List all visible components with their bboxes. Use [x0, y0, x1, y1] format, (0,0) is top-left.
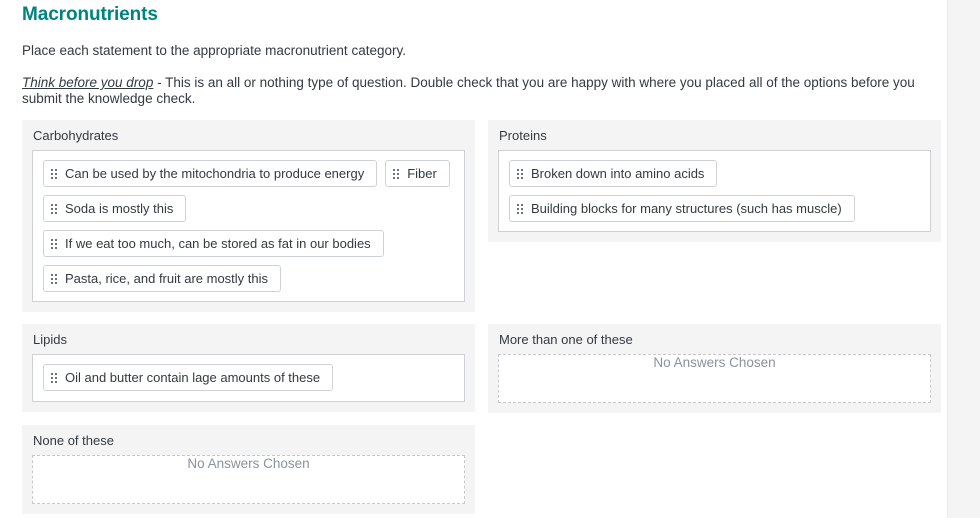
answer-chip-label: Can be used by the mitochondria to produ… — [65, 166, 364, 182]
category-panel-more-than-one: More than one of these No Answers Chosen — [488, 324, 941, 413]
answer-chip[interactable]: Pasta, rice, and fruit are mostly this — [43, 265, 281, 292]
instruction-text: Place each statement to the appropriate … — [0, 26, 948, 58]
page-scroll-container: Macronutrients Place each statement to t… — [0, 0, 948, 518]
drag-handle-icon[interactable] — [393, 169, 399, 179]
category-title: Lipids — [32, 333, 465, 354]
empty-placeholder: No Answers Chosen — [187, 456, 309, 471]
category-panel-lipids: Lipids Oil and butter contain lage amoun… — [22, 324, 475, 412]
answer-chip-label: Building blocks for many structures (suc… — [531, 201, 842, 217]
dropzone-proteins[interactable]: Broken down into amino acids Building bl… — [498, 150, 931, 232]
answer-chip[interactable]: Broken down into amino acids — [509, 160, 717, 187]
dropzone-carbohydrates[interactable]: Can be used by the mitochondria to produ… — [32, 150, 465, 302]
page-title: Macronutrients — [0, 0, 948, 26]
answer-chip-label: Pasta, rice, and fruit are mostly this — [65, 271, 268, 287]
answer-chip-label: Oil and butter contain lage amounts of t… — [65, 370, 320, 386]
answer-chip-label: If we eat too much, can be stored as fat… — [65, 236, 371, 252]
drag-handle-icon[interactable] — [51, 373, 57, 383]
category-panel-grid: Carbohydrates Can be used by the mitocho… — [0, 106, 948, 514]
answer-chip-label: Broken down into amino acids — [531, 166, 704, 182]
answer-chip-label: Fiber — [407, 166, 437, 182]
drag-handle-icon[interactable] — [51, 239, 57, 249]
answer-chip[interactable]: Can be used by the mitochondria to produ… — [43, 160, 377, 187]
empty-placeholder: No Answers Chosen — [653, 355, 775, 370]
vertical-scrollbar[interactable] — [947, 0, 980, 518]
dropzone-lipids[interactable]: Oil and butter contain lage amounts of t… — [32, 354, 465, 402]
category-panel-none-of-these: None of these No Answers Chosen — [22, 425, 475, 514]
drag-handle-icon[interactable] — [51, 169, 57, 179]
category-panel-proteins: Proteins Broken down into amino acids Bu… — [488, 120, 941, 242]
category-panel-carbohydrates: Carbohydrates Can be used by the mitocho… — [22, 120, 475, 312]
answer-chip-label: Soda is mostly this — [65, 201, 173, 217]
warning-rest: - This is an all or nothing type of ques… — [22, 75, 915, 106]
answer-chip[interactable]: Building blocks for many structures (suc… — [509, 195, 855, 222]
drag-handle-icon[interactable] — [517, 204, 523, 214]
dropzone-more-than-one[interactable]: No Answers Chosen — [498, 354, 931, 403]
answer-chip[interactable]: Oil and butter contain lage amounts of t… — [43, 364, 333, 391]
category-title: More than one of these — [498, 333, 931, 354]
drag-handle-icon[interactable] — [51, 274, 57, 284]
warning-text: Think before you drop - This is an all o… — [0, 58, 944, 106]
warning-emphasis: Think before you drop — [22, 75, 153, 90]
answer-chip[interactable]: If we eat too much, can be stored as fat… — [43, 230, 384, 257]
dropzone-none-of-these[interactable]: No Answers Chosen — [32, 455, 465, 504]
category-title: Carbohydrates — [32, 129, 465, 150]
answer-chip[interactable]: Soda is mostly this — [43, 195, 186, 222]
answer-chip[interactable]: Fiber — [385, 160, 450, 187]
drag-handle-icon[interactable] — [51, 204, 57, 214]
category-title: None of these — [32, 434, 465, 455]
category-title: Proteins — [498, 129, 931, 150]
drag-handle-icon[interactable] — [517, 169, 523, 179]
